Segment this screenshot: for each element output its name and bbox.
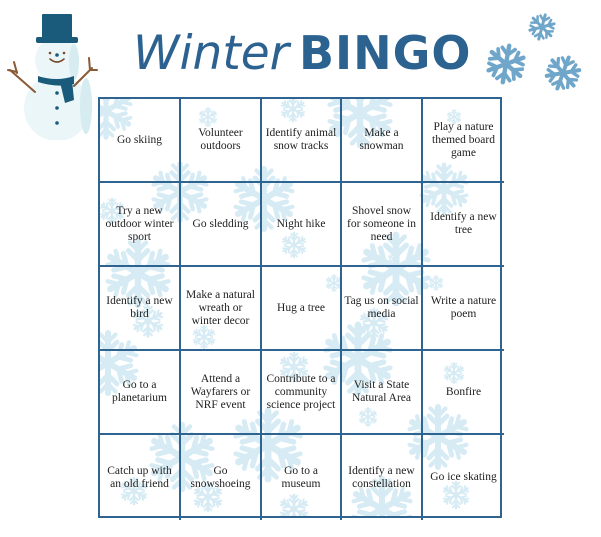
bingo-cell-label: Go to a museum [281, 464, 321, 490]
bingo-cell-label: Identify a new tree [430, 211, 497, 236]
bingo-cell-label: Night hike [276, 217, 326, 230]
bingo-cell[interactable]: Make a snowman [342, 99, 423, 183]
bingo-cell-label: Tag us on social media [344, 295, 419, 320]
bingo-cell-label: Contribute to a community science projec… [266, 372, 336, 411]
bingo-cell-label: Visit a State Natural Area [351, 379, 412, 404]
bingo-cell-label: Attend a Wayfarers or NRF event [190, 372, 251, 411]
snowflake-cluster [480, 10, 600, 105]
bingo-cell-label: Make a natural wreath or winter decor [186, 288, 255, 327]
bingo-cell-label: Hug a tree [277, 301, 325, 314]
bingo-cell-label: Go ice skating [430, 471, 497, 483]
bingo-cell[interactable]: Visit a State Natural Area [342, 351, 423, 435]
bingo-cell-label: Volunteer outdoors [198, 127, 243, 152]
snowflake-icon [541, 52, 585, 95]
snowflake-icon [484, 42, 528, 85]
bingo-cell[interactable]: Go skiing [100, 99, 181, 183]
bingo-cell[interactable]: Play a nature themed board game [423, 99, 504, 183]
page-title: Winter BINGO [133, 26, 472, 81]
bingo-cell[interactable]: Go ice skating [423, 435, 504, 520]
bingo-cell[interactable]: Write a nature poem [423, 267, 504, 351]
bingo-cell-label: Go to a planetarium [112, 379, 167, 404]
bingo-cell-label: Catch up with an old friend [107, 464, 172, 490]
bingo-cell-label: Identify a new bird [106, 295, 173, 320]
title-bingo: BINGO [299, 26, 472, 80]
bingo-cell[interactable]: Try a new outdoor winter sport [100, 183, 181, 267]
bingo-cell-label: Try a new outdoor winter sport [105, 204, 174, 243]
bingo-cell[interactable]: Bonfire [423, 351, 504, 435]
bingo-cell[interactable]: Shovel snow for someone in need [342, 183, 423, 267]
bingo-cell-label: Go sledding [192, 217, 249, 230]
snowman-icon [7, 14, 98, 140]
bingo-cell[interactable]: Contribute to a community science projec… [262, 351, 342, 435]
bingo-cell-label: Go snowshoeing [190, 464, 251, 490]
bingo-cell[interactable]: Attend a Wayfarers or NRF event [181, 351, 262, 435]
bingo-cell-label: Identify a new constellation [348, 464, 415, 490]
bingo-cell[interactable]: Tag us on social media [342, 267, 423, 351]
bingo-cell-label: Identify animal snow tracks [265, 127, 337, 152]
bingo-cell[interactable]: Volunteer outdoors [181, 99, 262, 183]
bingo-cell-label: Make a snowman [359, 127, 404, 152]
bingo-cell[interactable]: Go sledding [181, 183, 262, 267]
bingo-cell[interactable]: Go to a museum [262, 435, 342, 520]
bingo-cell[interactable]: Catch up with an old friend [100, 435, 181, 520]
bingo-cell[interactable]: Identify a new constellation [342, 435, 423, 520]
bingo-cell-label: Write a nature poem [430, 295, 497, 320]
bingo-cell[interactable]: Go to a planetarium [100, 351, 181, 435]
bingo-cell[interactable]: Identify animal snow tracks [262, 99, 342, 183]
bingo-cell-label: Bonfire [445, 385, 482, 398]
bingo-cell[interactable]: Identify a new tree [423, 183, 504, 267]
bingo-cell-label: Shovel snow for someone in need [347, 204, 416, 243]
bingo-cell[interactable]: Identify a new bird [100, 267, 181, 351]
bingo-cell-label: Play a nature themed board game [432, 120, 495, 159]
snowflake-icon [526, 12, 558, 43]
bingo-board: Go skiing Volunteer outdoors Identify an… [98, 97, 504, 520]
bingo-cell[interactable]: Go snowshoeing [181, 435, 262, 520]
bingo-cell-label: Go skiing [116, 133, 163, 146]
bingo-cell[interactable]: Night hike [262, 183, 342, 267]
bingo-cell[interactable]: Hug a tree [262, 267, 342, 351]
title-winter: Winter [133, 26, 289, 81]
bingo-cell[interactable]: Make a natural wreath or winter decor [181, 267, 262, 351]
